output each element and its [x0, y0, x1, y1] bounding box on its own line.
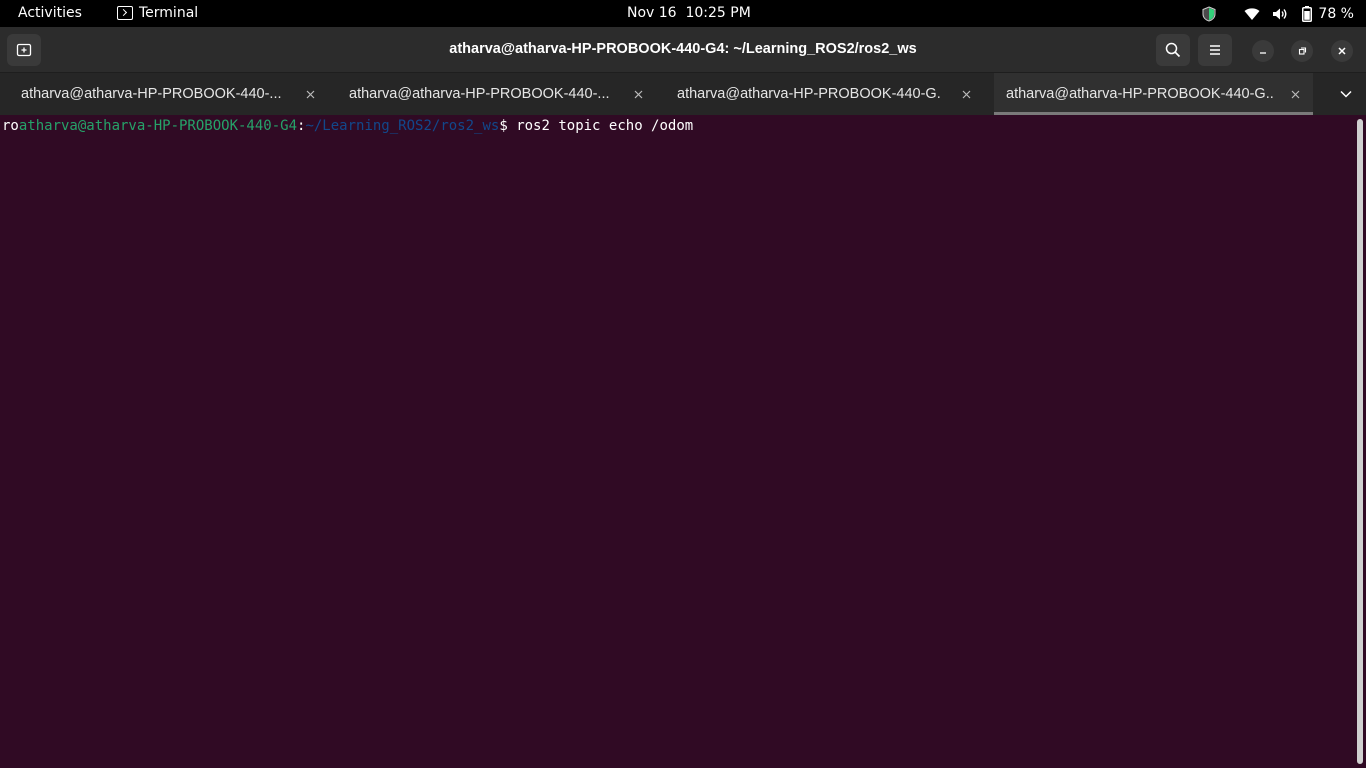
- system-top-bar: Activities Terminal Nov 16 10:25 PM 78 %: [0, 0, 1366, 27]
- volume-icon[interactable]: [1272, 7, 1288, 21]
- prompt-user-host: atharva@atharva-HP-PROBOOK-440-G4: [18, 118, 298, 134]
- prompt-path: ~/Learning_ROS2/ros2_ws: [305, 118, 500, 134]
- shield-icon[interactable]: [1202, 5, 1216, 22]
- tab-label: atharva@atharva-HP-PROBOOK-440-G...: [1006, 86, 1274, 102]
- tab-4-active[interactable]: atharva@atharva-HP-PROBOOK-440-G...: [994, 73, 1313, 115]
- battery-percentage: 78 %: [1318, 5, 1354, 22]
- command-text: ros2 topic echo /odom: [507, 118, 694, 134]
- tab-3[interactable]: atharva@atharva-HP-PROBOOK-440-G...: [666, 73, 984, 115]
- chevron-down-icon: [1340, 90, 1352, 98]
- tab-label: atharva@atharva-HP-PROBOOK-440-...: [21, 86, 282, 102]
- search-icon: [1165, 42, 1181, 58]
- terminal-header-bar: atharva@atharva-HP-PROBOOK-440-G4: ~/Lea…: [0, 27, 1366, 73]
- activities-button[interactable]: Activities: [18, 5, 82, 21]
- tab-close-icon[interactable]: [630, 86, 646, 102]
- prompt-symbol: $: [499, 118, 508, 134]
- tab-list-dropdown[interactable]: [1336, 85, 1356, 103]
- battery-icon[interactable]: [1302, 5, 1313, 22]
- menu-button[interactable]: [1198, 34, 1232, 66]
- app-name: Terminal: [139, 5, 199, 21]
- terminal-view[interactable]: roatharva@atharva-HP-PROBOOK-440-G4:~/Le…: [0, 115, 1366, 768]
- search-button[interactable]: [1156, 34, 1190, 66]
- command-line[interactable]: roatharva@atharva-HP-PROBOOK-440-G4:~/Le…: [2, 118, 693, 134]
- restore-button[interactable]: [1291, 40, 1313, 62]
- system-tray[interactable]: 78 %: [1184, 4, 1354, 23]
- tab-close-icon[interactable]: [958, 86, 974, 102]
- tab-2[interactable]: atharva@atharva-HP-PROBOOK-440-...: [338, 73, 656, 115]
- tab-label: atharva@atharva-HP-PROBOOK-440-G...: [677, 86, 941, 102]
- scrollbar[interactable]: [1357, 119, 1363, 764]
- wifi-icon[interactable]: [1244, 7, 1260, 21]
- restore-icon: [1298, 47, 1307, 55]
- minimize-icon: [1260, 52, 1266, 54]
- tab-close-icon[interactable]: [302, 86, 318, 102]
- terminal-icon: [117, 6, 133, 20]
- stray-text: ro: [2, 118, 19, 134]
- tab-bar: atharva@atharva-HP-PROBOOK-440-... athar…: [0, 73, 1366, 115]
- tab-1[interactable]: atharva@atharva-HP-PROBOOK-440-...: [10, 73, 328, 115]
- tab-close-icon[interactable]: [1287, 86, 1303, 102]
- clock[interactable]: Nov 16 10:25 PM: [627, 5, 751, 21]
- app-menu[interactable]: Terminal: [117, 5, 198, 21]
- close-button[interactable]: [1331, 40, 1353, 62]
- tab-label: atharva@atharva-HP-PROBOOK-440-...: [349, 86, 610, 102]
- minimize-button[interactable]: [1252, 40, 1274, 62]
- close-icon: [1338, 47, 1346, 55]
- hamburger-menu-icon: [1210, 45, 1220, 55]
